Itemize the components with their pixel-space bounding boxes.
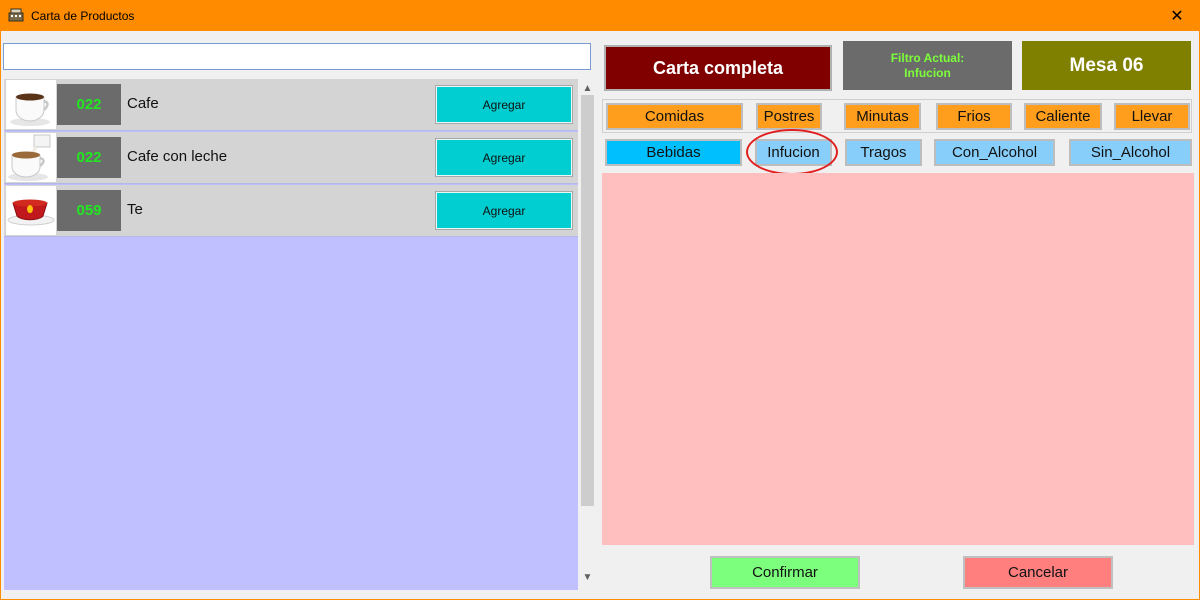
current-filter-display: Filtro Actual: Infucion [843, 41, 1012, 90]
chevron-up-icon[interactable]: ▲ [579, 83, 596, 95]
product-row: 059 Te Agregar [4, 185, 578, 237]
scrollbar-thumb[interactable] [581, 95, 594, 506]
order-detail-area [602, 173, 1194, 545]
product-row: 022 Cafe Agregar [4, 79, 578, 131]
product-row: 022 Cafe con leche Agregar [4, 132, 578, 184]
confirm-button[interactable]: Confirmar [710, 556, 860, 589]
product-code: 059 [57, 190, 121, 231]
category-row-food: Comidas Postres Minutas Frios Caliente L… [602, 99, 1192, 133]
add-button[interactable]: Agregar [435, 85, 573, 124]
list-scrollbar[interactable]: ▲ ▼ [579, 79, 596, 590]
category-frios[interactable]: Frios [936, 103, 1012, 130]
product-name: Cafe [127, 95, 159, 112]
tea-cup-icon [6, 186, 56, 235]
coffee-with-milk-icon [6, 133, 56, 182]
cancel-button[interactable]: Cancelar [963, 556, 1113, 589]
product-list: 022 Cafe Agregar 022 Cafe con leche Agre… [4, 79, 578, 590]
filter-label: Filtro Actual: [890, 50, 965, 65]
product-code: 022 [57, 84, 121, 125]
product-name: Te [127, 201, 143, 218]
category-caliente[interactable]: Caliente [1024, 103, 1102, 130]
window-border-left [0, 31, 1, 600]
carta-completa-button[interactable]: Carta completa [604, 45, 832, 91]
category-sin-alcohol[interactable]: Sin_Alcohol [1069, 139, 1192, 166]
category-postres[interactable]: Postres [756, 103, 822, 130]
category-tragos[interactable]: Tragos [845, 139, 922, 166]
window-title: Carta de Productos [31, 9, 135, 23]
add-button[interactable]: Agregar [435, 191, 573, 230]
table-number-display: Mesa 06 [1022, 41, 1191, 90]
filter-value: Infucion [904, 65, 951, 80]
category-comidas[interactable]: Comidas [606, 103, 743, 130]
category-llevar[interactable]: Llevar [1114, 103, 1190, 130]
product-name: Cafe con leche [127, 148, 228, 165]
category-minutas[interactable]: Minutas [844, 103, 921, 130]
close-icon: ✕ [1170, 7, 1184, 25]
add-button[interactable]: Agregar [435, 138, 573, 177]
category-bebidas[interactable]: Bebidas [605, 139, 742, 166]
chevron-down-icon[interactable]: ▼ [579, 572, 596, 586]
product-code: 022 [57, 137, 121, 178]
title-bar: Carta de Productos ✕ [0, 0, 1200, 31]
category-infucion[interactable]: Infucion [755, 139, 832, 166]
cash-register-icon [8, 8, 24, 22]
coffee-cup-icon [6, 80, 56, 129]
category-con-alcohol[interactable]: Con_Alcohol [934, 139, 1055, 166]
search-input[interactable] [3, 43, 591, 70]
close-button[interactable]: ✕ [1154, 0, 1200, 31]
